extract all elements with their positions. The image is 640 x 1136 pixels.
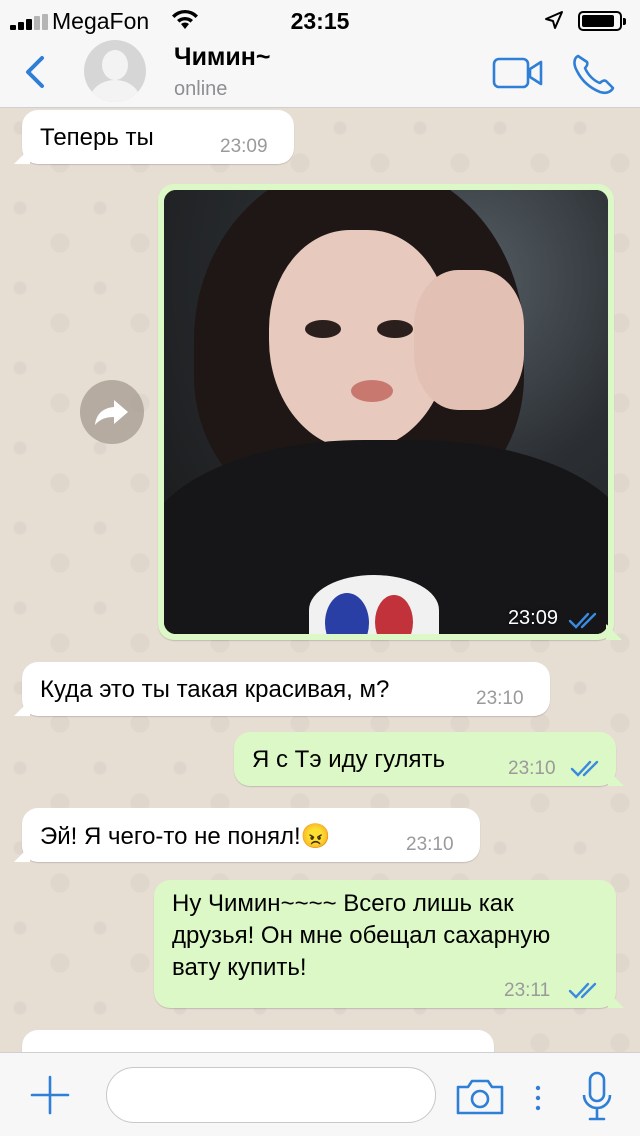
message-incoming[interactable]: Эй! Я чего-то не понял!😠 23:10 [22,808,480,862]
message-input[interactable] [106,1067,436,1123]
message-incoming[interactable]: Теперь ты 23:09 [22,110,294,164]
contact-status: online [174,78,228,100]
video-call-icon[interactable] [492,56,544,90]
location-arrow-icon [545,11,563,29]
status-bar: MegaFon 23:15 [0,0,640,40]
composer-bar [0,1052,640,1136]
message-time: 23:10 [406,834,454,855]
message-text: Я с Тэ иду гулять [252,746,446,773]
angry-emoji: 😠 [300,823,331,850]
plus-icon[interactable] [28,1073,72,1117]
back-chevron-icon[interactable] [20,50,54,94]
more-dots-icon[interactable] [530,1083,546,1113]
message-text: Куда это ты такая красивая, м? [40,676,390,703]
message-time: 23:09 [507,607,558,629]
message-text: Эй! Я чего-то не понял! [40,823,301,850]
message-outgoing[interactable]: Ну Чимин~~~~ Всего лишь как друзья! Он м… [154,880,616,1008]
message-image-outgoing[interactable]: 23:09 [158,184,614,640]
message-time: 23:10 [508,758,556,779]
camera-icon[interactable] [454,1077,506,1117]
message-time: 23:10 [476,688,524,709]
photo-attachment[interactable] [164,190,608,634]
message-incoming-partial[interactable] [22,1030,494,1052]
message-text: Теперь ты [40,124,154,151]
message-outgoing[interactable]: Я с Тэ иду гулять 23:10 [234,732,616,786]
phone-call-icon[interactable] [570,52,618,96]
forward-icon [95,400,128,425]
read-ticks-icon [568,982,597,999]
contact-name[interactable]: Чимин~ [174,43,271,72]
avatar[interactable] [84,40,146,102]
message-content: Эй! Я чего-то не понял!😠 [40,822,331,851]
read-ticks-icon [568,612,597,629]
forward-button[interactable] [80,380,144,444]
mic-icon[interactable] [580,1071,614,1123]
read-ticks-icon [570,760,599,777]
message-time: 23:09 [220,136,268,157]
chat-header: Чимин~ online [0,40,640,108]
message-list[interactable]: Теперь ты 23:09 23:09 Куда это ты такая [0,108,640,1052]
message-text: Ну Чимин~~~~ Всего лишь как друзья! Он м… [172,890,551,981]
message-time: 23:11 [504,980,551,1001]
message-incoming[interactable]: Куда это ты такая красивая, м? 23:10 [22,662,550,716]
battery-icon [578,11,626,31]
